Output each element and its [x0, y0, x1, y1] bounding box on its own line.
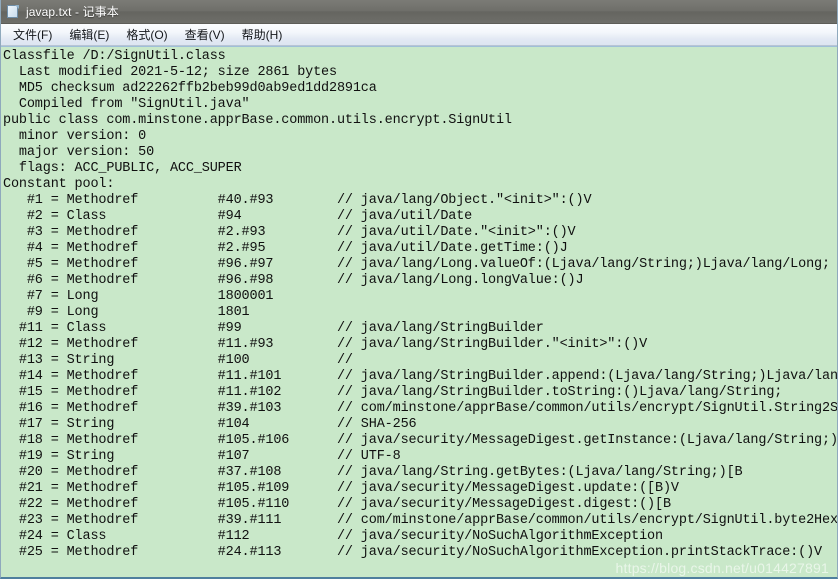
title-bar[interactable]: javap.txt - 记事本 [1, 0, 837, 24]
editor-line: Compiled from "SignUtil.java" [3, 97, 250, 112]
editor-line: public class com.minstone.apprBase.commo… [3, 113, 512, 128]
window-title: javap.txt - 记事本 [26, 5, 119, 19]
menu-item-edit[interactable]: 编辑(E) [61, 24, 118, 45]
editor-line: #21 = Methodref #105.#109 // java/securi… [3, 481, 679, 496]
editor-text-content[interactable]: Classfile /D:/SignUtil.class Last modifi… [1, 49, 837, 561]
editor-line: Classfile /D:/SignUtil.class [3, 49, 226, 64]
editor-line: #15 = Methodref #11.#102 // java/lang/St… [3, 385, 783, 400]
editor-line: Constant pool: [3, 177, 115, 192]
menu-item-help[interactable]: 帮助(H) [234, 24, 292, 45]
editor-line: #7 = Long 1800001 [3, 289, 274, 304]
watermark-text: https://blog.csdn.net/u014427891 [615, 560, 829, 576]
menu-item-file[interactable]: 文件(F) [5, 24, 61, 45]
editor-line: #14 = Methodref #11.#101 // java/lang/St… [18, 369, 837, 384]
editor-line: #18 = Methodref #105.#106 // java/securi… [18, 433, 837, 448]
editor-line: #19 = String #107 // UTF-8 [3, 449, 401, 464]
menu-bar: 文件(F) 编辑(E) 格式(O) 查看(V) 帮助(H) [1, 24, 837, 46]
editor-line: #20 = Methodref #37.#108 // java/lang/St… [3, 465, 743, 480]
text-editor-area[interactable]: Classfile /D:/SignUtil.class Last modifi… [1, 46, 837, 577]
editor-line: #16 = Methodref #39.#103 // com/minstone… [18, 401, 837, 416]
editor-line: #22 = Methodref #105.#110 // java/securi… [3, 497, 671, 512]
editor-line: #1 = Methodref #40.#93 // java/lang/Obje… [3, 193, 592, 208]
editor-line: #23 = Methodref #39.#111 // com/minstone… [18, 513, 837, 528]
editor-line: #13 = String #100 // [3, 353, 353, 368]
editor-line: #25 = Methodref #24.#113 // java/securit… [3, 545, 822, 560]
menu-item-view[interactable]: 查看(V) [177, 24, 234, 45]
editor-line: minor version: 0 [3, 129, 147, 144]
notepad-window: javap.txt - 记事本 文件(F) 编辑(E) 格式(O) 查看(V) … [0, 0, 838, 579]
menu-item-format[interactable]: 格式(O) [118, 24, 176, 45]
editor-line: #12 = Methodref #11.#93 // java/lang/Str… [3, 337, 648, 352]
notepad-document-icon [6, 4, 20, 19]
editor-line: #5 = Methodref #96.#97 // java/lang/Long… [3, 257, 830, 272]
editor-line: #4 = Methodref #2.#95 // java/util/Date.… [3, 241, 568, 256]
editor-line: Last modified 2021-5-12; size 2861 bytes [3, 65, 337, 80]
editor-line: #6 = Methodref #96.#98 // java/lang/Long… [3, 273, 584, 288]
editor-line: #9 = Long 1801 [3, 305, 250, 320]
editor-line: #24 = Class #112 // java/security/NoSuch… [3, 529, 663, 544]
editor-line: #11 = Class #99 // java/lang/StringBuild… [3, 321, 544, 336]
editor-line: #2 = Class #94 // java/util/Date [3, 209, 473, 224]
editor-line: flags: ACC_PUBLIC, ACC_SUPER [3, 161, 242, 176]
editor-line: major version: 50 [3, 145, 155, 160]
editor-line: #3 = Methodref #2.#93 // java/util/Date.… [3, 225, 576, 240]
editor-line: #17 = String #104 // SHA-256 [3, 417, 417, 432]
editor-line: MD5 checksum ad22262ffb2beb99d0ab9ed1dd2… [3, 81, 377, 96]
